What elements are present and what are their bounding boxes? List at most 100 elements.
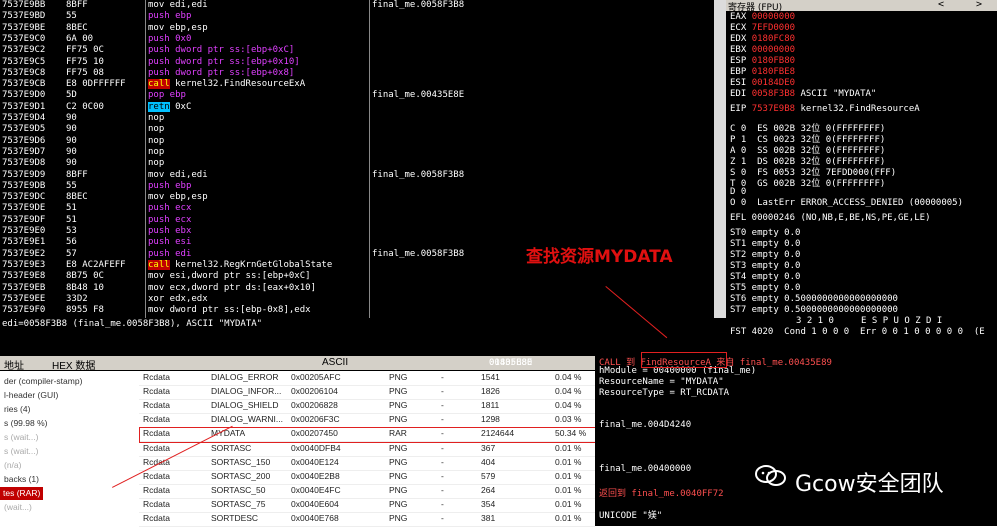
dump-col-ascii[interactable]: ASCII xyxy=(322,357,348,368)
disasm-row[interactable]: 7537E9DF 51 push ecx xyxy=(0,215,714,226)
nav-left-icon[interactable]: < xyxy=(938,0,944,10)
disasm-address: 7537E9E1 xyxy=(2,237,46,248)
tree-item[interactable]: der (compiler-stamp) xyxy=(4,375,82,388)
disasm-instruction: push dword ptr ss:[ebp+0xC] xyxy=(148,45,295,56)
stack-line[interactable]: final_me.00400000 xyxy=(599,464,691,474)
stack-line[interactable]: 返回到 final_me.0040FF72 xyxy=(599,486,724,499)
disasm-hex: C2 0C00 xyxy=(66,101,104,112)
disasm-row[interactable]: 7537E9E0 53 push ebx xyxy=(0,226,714,237)
dump-col-hex[interactable]: HEX 数据 xyxy=(52,357,95,372)
table-row[interactable]: Rcdata SORTDESC 0x0040E768 PNG - 381 0.01 % xyxy=(139,511,595,527)
disasm-row[interactable]: 7537E9C0 6A 00 push 0x0 xyxy=(0,34,714,45)
resource-viewer[interactable]: der (compiler-stamp) l-header (GUI) ries (… xyxy=(0,371,597,527)
disasm-instruction: xor edx,edx xyxy=(148,293,208,304)
registers-pane[interactable]: 寄存器 (FPU) < > EAX 00000000 ECX 7EFD0000 ED… xyxy=(726,0,997,352)
disasm-hex: FF75 08 xyxy=(66,67,104,78)
table-cell-size: 264 xyxy=(481,484,496,495)
disasm-row[interactable]: 7537E9D0 5D pop ebp final_me.00435E8E xyxy=(0,90,714,101)
fpu-st-line: ST5 empty 0.0 xyxy=(730,283,801,293)
table-cell-fmt: PNG xyxy=(389,484,408,495)
register-line[interactable]: EIP 7537E9B8 kernel32.FindResourceA xyxy=(730,104,920,114)
table-cell-pct: 0.01 % xyxy=(555,513,582,523)
disasm-instruction: push esi xyxy=(148,237,192,248)
disasm-hex: 8BEC xyxy=(66,192,88,203)
stack-line[interactable]: UNICODE "媄" xyxy=(599,508,662,521)
table-cell-fmt: PNG xyxy=(389,386,408,397)
register-line[interactable]: EBP 0180FBE8 xyxy=(730,67,795,77)
disasm-instruction: nop xyxy=(148,113,165,123)
disasm-row[interactable]: 7537E9BD 55 push ebp xyxy=(0,11,714,22)
disassembly-scrollbar[interactable] xyxy=(714,0,726,318)
table-cell-pct: 0.01 % xyxy=(555,498,582,509)
disasm-instruction: call kernel32.FindResourceExA xyxy=(148,79,306,90)
disasm-hex: 8BEC xyxy=(66,22,88,33)
fpu-st-line: ST3 empty 0.0 xyxy=(730,261,801,271)
resource-tree[interactable]: der (compiler-stamp) l-header (GUI) ries (… xyxy=(0,371,136,526)
disasm-hex: 90 xyxy=(66,124,77,135)
disasm-row[interactable]: 7537E9C8 FF75 08 push dword ptr ss:[ebp+0x… xyxy=(0,68,714,79)
disasm-row[interactable]: 7537E9D6 90 nop xyxy=(0,136,714,147)
disasm-row[interactable]: 7537E9D9 8BFF mov edi,edi final_me.0058F3B8 xyxy=(0,170,714,181)
highlight-box xyxy=(139,427,597,443)
disasm-address: 7537E9EB xyxy=(2,282,46,293)
disasm-row[interactable]: 7537E9D5 90 nop xyxy=(0,124,714,135)
stack-line[interactable]: ResourceType = RT_RCDATA xyxy=(599,388,729,398)
disasm-instruction: mov esi,dword ptr ss:[ebp+0xC] xyxy=(148,271,311,282)
tree-item[interactable]: s (wait...) xyxy=(4,445,38,458)
disasm-row[interactable]: 7537E9BB 8BFF mov edi,edi final_me.0058F3B8 xyxy=(0,0,714,11)
stack-line[interactable]: ResourceName = "MYDATA" xyxy=(599,377,724,387)
tree-item[interactable]: l-header (GUI) xyxy=(4,389,58,402)
disasm-row[interactable]: 7537E9D1 C2 0C00 retn 0xC xyxy=(0,101,714,113)
tree-item[interactable]: (n/a) xyxy=(4,459,21,472)
register-line[interactable]: EAX 00000000 xyxy=(730,12,795,22)
disasm-instruction: mov ebp,esp xyxy=(148,22,208,33)
tree-item[interactable]: s (99.98 %) xyxy=(4,417,47,430)
watermark: Gcow安全团队 xyxy=(795,472,944,497)
disasm-instruction: push ecx xyxy=(148,203,192,214)
register-line[interactable]: ESP 0180FB80 xyxy=(730,56,795,66)
register-line[interactable]: ECX 7EFD0000 xyxy=(730,23,795,33)
table-cell-size: 579 xyxy=(481,470,496,481)
resource-table[interactable]: Rcdata DIALOG_ERROR 0x00205AFC PNG - 1541 0.04… xyxy=(139,371,595,527)
register-line[interactable]: EDX 0180FC80 xyxy=(730,34,795,44)
disasm-instruction: push ecx xyxy=(148,214,192,225)
disasm-hex: 55 xyxy=(66,11,77,22)
disasm-row[interactable]: 7537E9DC 8BEC mov ebp,esp xyxy=(0,192,714,203)
table-cell-name: SORTASC_200 xyxy=(211,470,271,481)
table-cell-offset: 0x00206828 xyxy=(291,400,338,411)
register-line[interactable]: EBX 00000000 xyxy=(730,45,795,55)
tree-item[interactable]: tes (RAR) xyxy=(0,487,44,500)
disasm-row[interactable]: 7537E9F0 8955 F8 mov dword ptr ss:[ebp-0x8… xyxy=(0,305,714,316)
stack-line[interactable]: final_me.004D4240 xyxy=(599,420,691,430)
disasm-row[interactable]: 7537E9EE 33D2 xor edx,edx xyxy=(0,294,714,305)
nav-right-icon[interactable]: > xyxy=(976,0,982,10)
table-cell-size: 381 xyxy=(481,513,496,523)
disasm-row[interactable]: 7537E9BE 8BEC mov ebp,esp xyxy=(0,23,714,34)
disasm-row[interactable]: 7537E9D8 90 nop xyxy=(0,158,714,169)
tree-item[interactable]: s (wait...) xyxy=(4,431,38,444)
table-cell-type: Rcdata xyxy=(143,498,170,509)
disasm-row[interactable]: 7537E9D4 90 nop xyxy=(0,113,714,124)
disassembly-pane[interactable]: 7537E9BB 8BFF mov edi,edi final_me.0058F3B8… xyxy=(0,0,714,318)
disasm-row[interactable]: 7537E9DB 55 push ebp xyxy=(0,181,714,192)
tree-item[interactable]: backs (1) xyxy=(4,473,39,486)
table-cell-type: Rcdata xyxy=(143,484,170,495)
table-cell-name: DIALOG_ERROR xyxy=(211,372,279,382)
disasm-row[interactable]: 7537E9CB E8 0DFFFFFF call kernel32.FindRes… xyxy=(0,79,714,90)
disasm-address: 7537E9D9 xyxy=(2,169,46,180)
dump-col-address[interactable]: 地址 xyxy=(4,357,24,372)
table-cell-offset: 0x00205AFC xyxy=(291,372,341,382)
disasm-row[interactable]: 7537E9D7 90 nop xyxy=(0,147,714,158)
disasm-row[interactable]: 7537E9C2 FF75 0C push dword ptr ss:[ebp+0x… xyxy=(0,45,714,56)
disasm-hex: 90 xyxy=(66,113,77,123)
tree-item[interactable]: (wait...) xyxy=(4,501,32,514)
column-divider xyxy=(145,0,146,318)
tree-item[interactable]: ries (4) xyxy=(4,403,30,416)
stack-pane[interactable]: CALL 到 FindResourceA 来自 final_me.00435E8… xyxy=(595,352,997,526)
disasm-row[interactable]: 7537E9C5 FF75 10 push dword ptr ss:[ebp+0x… xyxy=(0,57,714,68)
disasm-row[interactable]: 7537E9E8 8B75 0C mov esi,dword ptr ss:[ebp… xyxy=(0,271,714,282)
disasm-instruction: retn 0xC xyxy=(148,101,192,112)
disasm-row[interactable]: 7537E9DE 51 push ecx xyxy=(0,203,714,214)
register-line[interactable]: EDI 0058F3B8 ASCII "MYDATA" xyxy=(730,89,876,99)
register-line[interactable]: ESI 00184DE0 xyxy=(730,78,795,88)
